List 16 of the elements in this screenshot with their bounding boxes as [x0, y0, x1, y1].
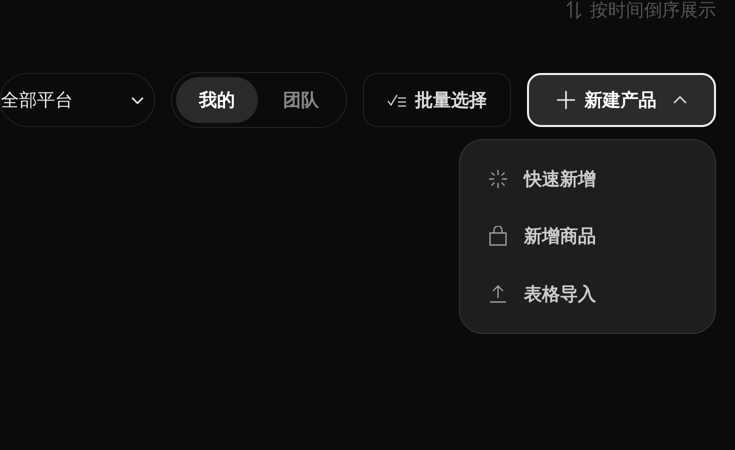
bag-icon [488, 226, 508, 246]
new-product-button[interactable]: 新建产品 [527, 73, 716, 127]
tab[interactable]: 团队 [260, 77, 342, 123]
upload-icon [488, 284, 508, 304]
batch-select-button[interactable]: 批量选择 [363, 73, 511, 127]
platform-select[interactable]: 全部平台 [0, 73, 155, 127]
plus-icon [556, 91, 574, 109]
menu-item[interactable]: 快速新增 [460, 166, 715, 191]
menu-item[interactable]: 表格导入 [460, 282, 715, 306]
menu-item[interactable]: 新增商品 [460, 224, 715, 248]
tab[interactable]: 我的 [176, 77, 258, 123]
checklist-icon [387, 93, 407, 107]
sparkle-icon [488, 168, 508, 189]
sort-icon [566, 1, 582, 19]
caret-icon [672, 96, 686, 104]
chevron-down-icon [131, 96, 144, 104]
